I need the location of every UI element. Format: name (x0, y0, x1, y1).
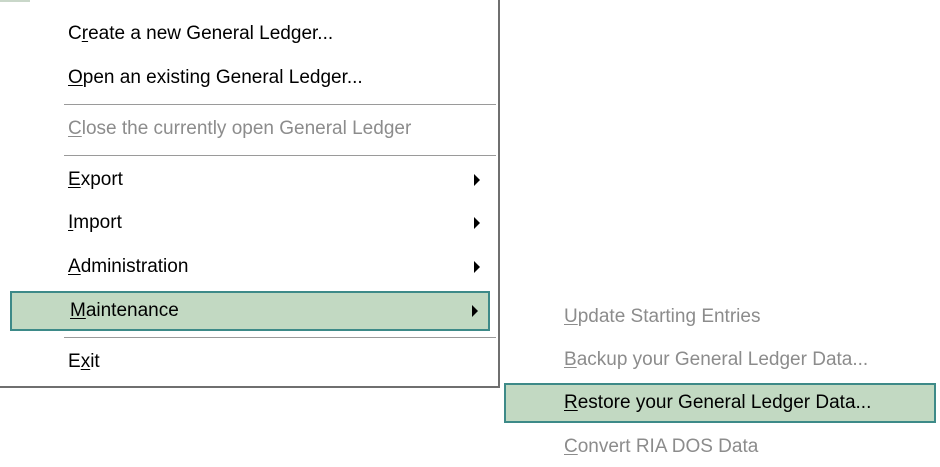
menu-item-administration[interactable]: Administration (10, 247, 490, 287)
chevron-right-icon (474, 261, 480, 273)
menu-mnemonic: I (68, 212, 74, 233)
submenu-item-update-starting-entries: Update Starting Entries (504, 297, 936, 337)
menu-separator (64, 104, 496, 106)
maintenance-submenu: Update Starting Entries Backup your Gene… (500, 293, 940, 467)
menu-item-label: Open an existing General Ledger... (68, 67, 363, 88)
menu-item-label: Update Starting Entries (564, 306, 761, 327)
menu-mnemonic: A (68, 256, 81, 277)
menu-item-create-ledger[interactable]: Create a new General Ledger... (10, 14, 490, 54)
menu-item-label: Create a new General Ledger... (68, 23, 334, 44)
menu-mnemonic: x (80, 351, 91, 372)
menu-item-label: Maintenance (70, 300, 179, 321)
file-menu: Create a new General Ledger... Open an e… (0, 0, 500, 388)
menu-item-label: Administration (68, 256, 189, 277)
menu-item-label: Exit (68, 351, 100, 372)
menu-separator (64, 337, 496, 339)
submenu-item-convert-ria-dos: Convert RIA DOS Data (504, 427, 936, 467)
menu-item-import[interactable]: Import (10, 203, 490, 243)
menu-title-edge (0, 0, 30, 2)
menu-mnemonic: r (81, 23, 89, 44)
menu-mnemonic: R (564, 392, 578, 413)
menu-mnemonic: O (68, 67, 83, 88)
menu-mnemonic: E (68, 169, 81, 190)
chevron-right-icon (474, 174, 480, 186)
menu-item-maintenance[interactable]: Maintenance (10, 291, 490, 331)
submenu-item-backup-data: Backup your General Ledger Data... (504, 340, 936, 380)
menu-mnemonic: C (68, 118, 82, 139)
menu-item-label: Backup your General Ledger Data... (564, 349, 869, 370)
menu-item-label: Convert RIA DOS Data (564, 436, 759, 457)
chevron-right-icon (472, 305, 478, 317)
chevron-right-icon (474, 217, 480, 229)
menu-mnemonic: M (70, 300, 86, 321)
menu-mnemonic: C (564, 436, 578, 457)
menu-mnemonic: B (564, 349, 577, 370)
submenu-item-restore-data[interactable]: Restore your General Ledger Data... (504, 383, 936, 423)
menu-item-label: Import (68, 212, 122, 233)
menu-item-label: Restore your General Ledger Data... (564, 392, 872, 413)
menu-separator (64, 155, 496, 157)
menu-item-exit[interactable]: Exit (10, 342, 490, 382)
menu-item-export[interactable]: Export (10, 160, 490, 200)
menu-mnemonic: U (564, 306, 578, 327)
menu-item-open-ledger[interactable]: Open an existing General Ledger... (10, 58, 490, 98)
menu-item-label: Export (68, 169, 123, 190)
menu-item-close-ledger: Close the currently open General Ledger (10, 109, 490, 149)
menu-item-label: Close the currently open General Ledger (68, 118, 412, 139)
